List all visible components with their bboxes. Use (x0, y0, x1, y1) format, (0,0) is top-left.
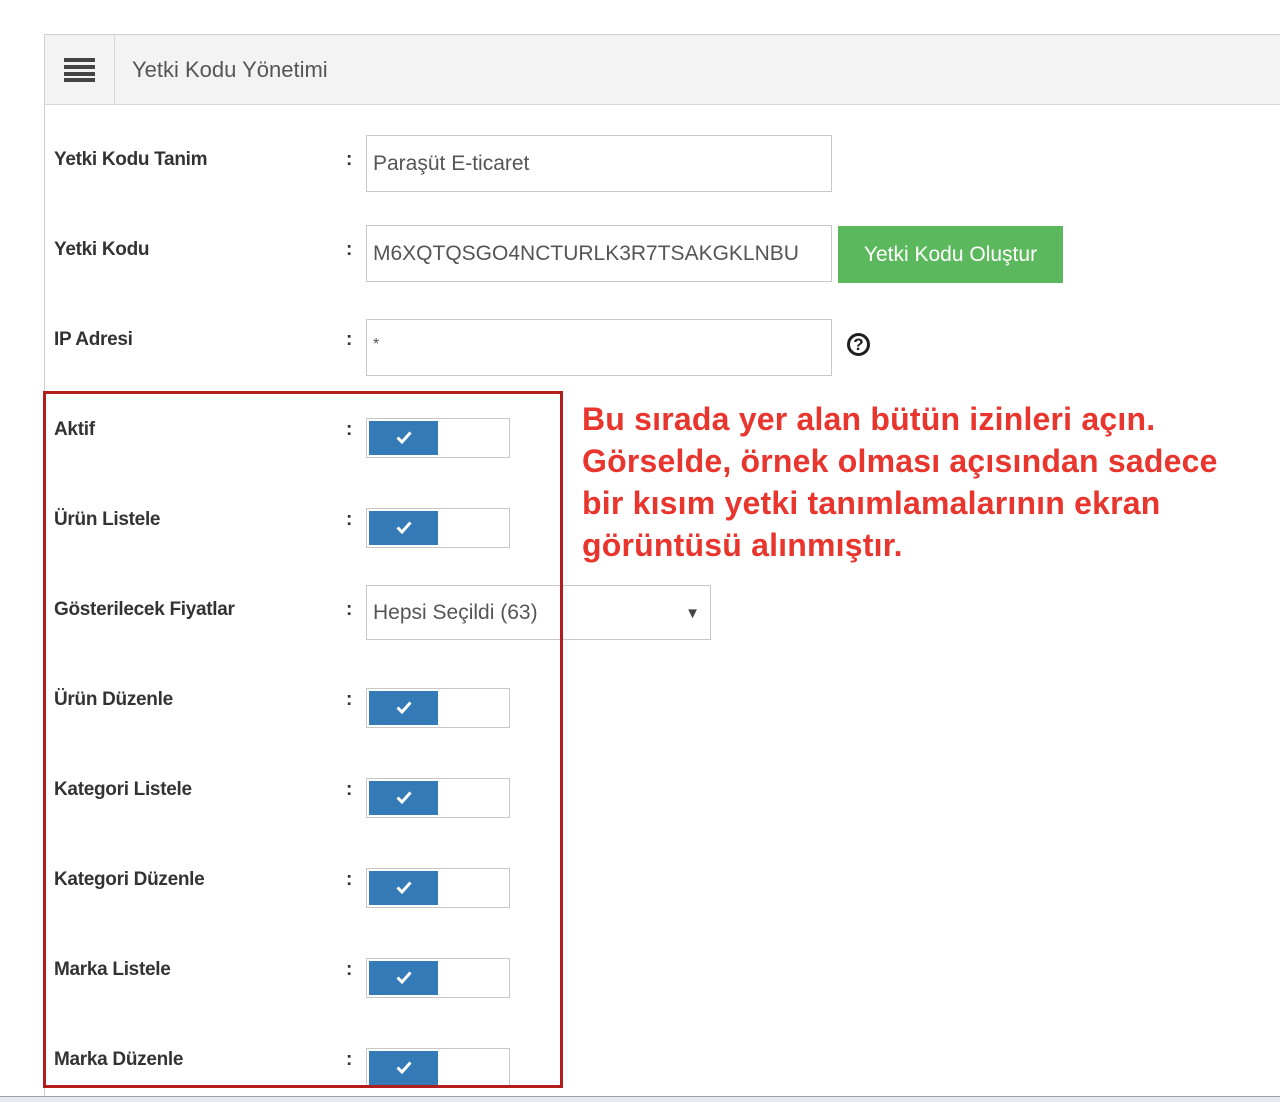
name-label: Yetki Kodu Tanim (54, 149, 208, 170)
menu-button[interactable] (45, 35, 115, 104)
code-input[interactable]: M6XQTQSGO4NCTURLK3R7TSAKGKLNBU (366, 225, 832, 282)
page-title: Yetki Kodu Yönetimi (132, 57, 328, 82)
highlight-box (43, 391, 563, 1088)
colon: : (346, 329, 353, 350)
code-label: Yetki Kodu (54, 239, 150, 260)
annotation-line: bir kısım yetki tanımlamalarının ekran (582, 485, 1161, 521)
annotation-line: Görselde, örnek olması açısından sadece (582, 443, 1218, 479)
help-icon[interactable]: ? (847, 333, 870, 356)
hamburger-icon (64, 58, 95, 82)
annotation-line: görüntüsü alınmıştır. (582, 527, 903, 563)
dropdown-arrow-icon: ▼ (685, 605, 700, 622)
name-input[interactable]: Paraşüt E-ticaret (366, 135, 832, 192)
ip-input[interactable]: * (366, 319, 832, 376)
ip-label: IP Adresi (54, 329, 133, 350)
bottom-edge (0, 1096, 1280, 1102)
generate-code-button[interactable]: Yetki Kodu Oluştur (838, 226, 1063, 283)
colon: : (346, 239, 353, 260)
colon: : (346, 149, 353, 170)
annotation-line: Bu sırada yer alan bütün izinleri açın. (582, 401, 1156, 437)
panel-header: Yetki Kodu Yönetimi (45, 35, 1280, 105)
annotation-note: Bu sırada yer alan bütün izinleri açın. … (582, 398, 1272, 566)
